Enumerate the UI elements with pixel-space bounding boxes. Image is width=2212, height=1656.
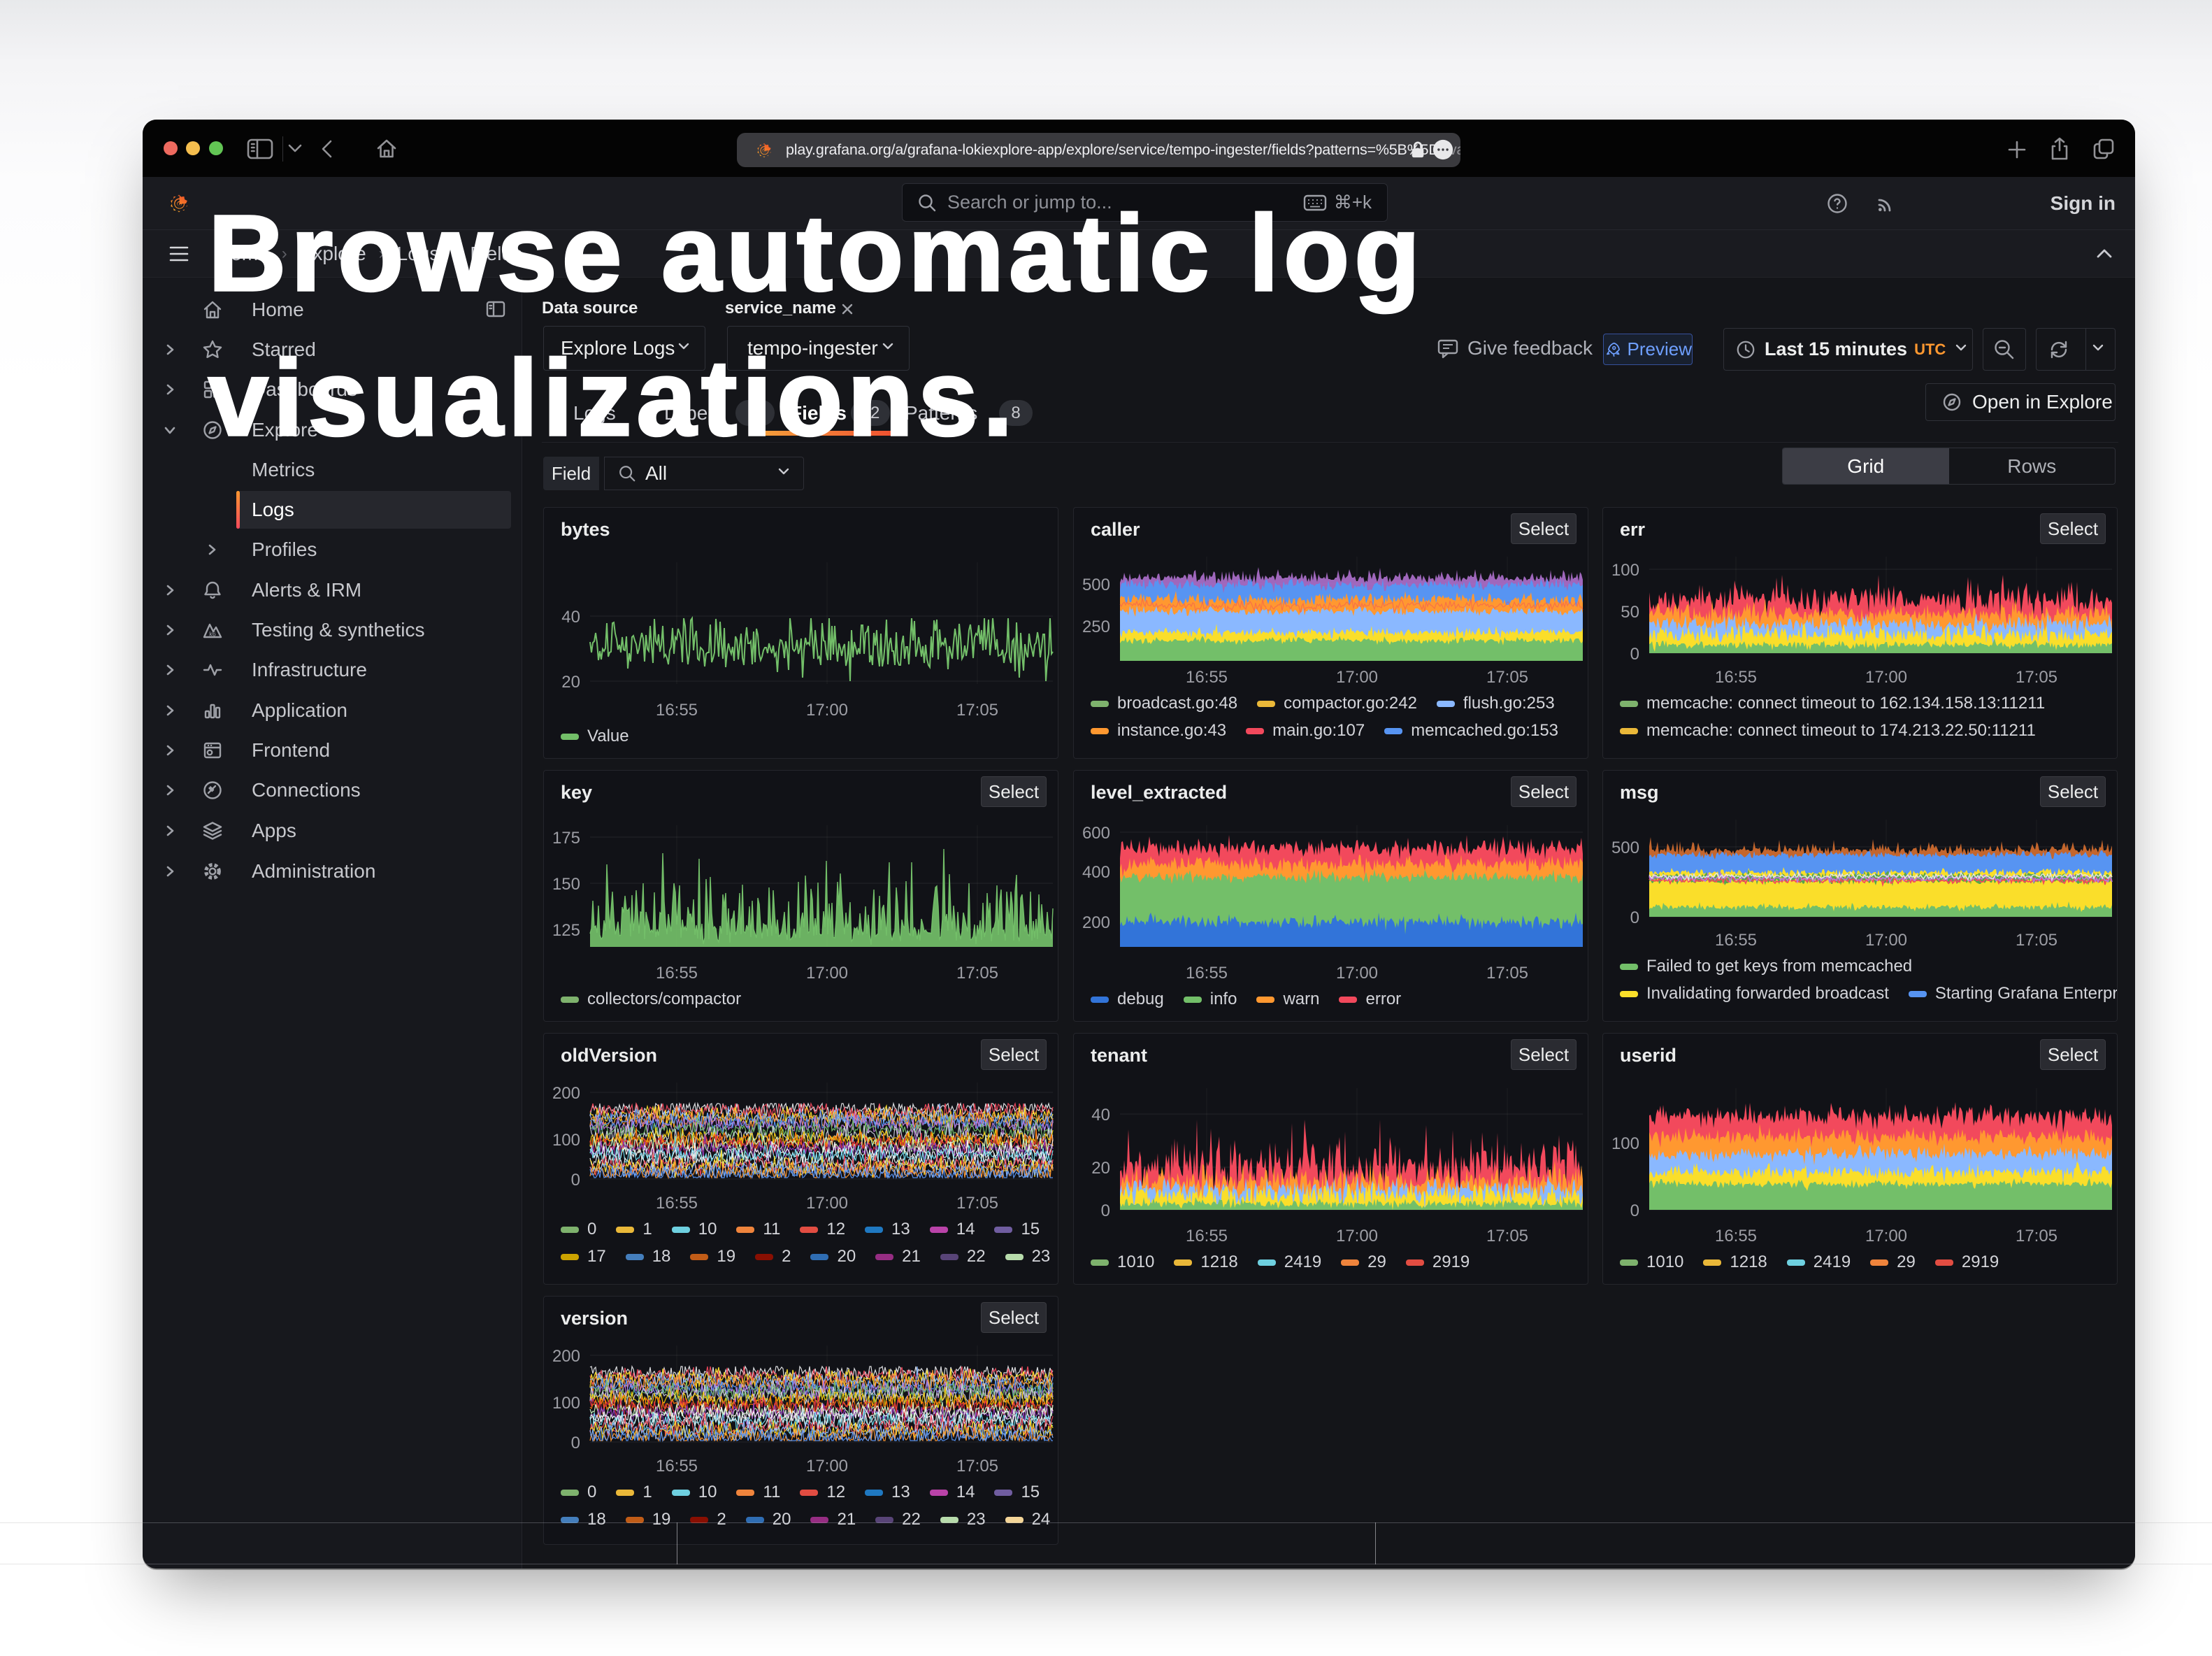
svg-text:17:00: 17:00 <box>1865 1227 1907 1245</box>
svg-text:16:55: 16:55 <box>656 1457 698 1476</box>
svg-text:50: 50 <box>1621 603 1639 622</box>
svg-text:k6: k6 <box>209 631 216 638</box>
svg-text:17:00: 17:00 <box>806 1194 848 1213</box>
svg-text:16:55: 16:55 <box>1186 668 1228 687</box>
svg-text:20: 20 <box>561 673 580 692</box>
svg-text:17:05: 17:05 <box>956 1194 998 1213</box>
svg-text:16:55: 16:55 <box>1186 964 1228 983</box>
svg-text:17:00: 17:00 <box>1865 931 1907 950</box>
svg-text:16:55: 16:55 <box>1715 668 1757 687</box>
svg-text:17:00: 17:00 <box>1336 668 1378 687</box>
svg-text:600: 600 <box>1082 824 1110 843</box>
svg-text:0: 0 <box>1630 645 1639 664</box>
svg-text:100: 100 <box>1611 561 1639 580</box>
svg-text:100: 100 <box>1611 1134 1639 1153</box>
svg-text:40: 40 <box>1091 1106 1110 1125</box>
svg-text:100: 100 <box>552 1394 580 1413</box>
svg-text:16:55: 16:55 <box>1186 1227 1228 1245</box>
svg-text:16:55: 16:55 <box>1715 1227 1757 1245</box>
svg-text:250: 250 <box>1082 618 1110 636</box>
svg-text:200: 200 <box>552 1084 580 1103</box>
svg-text:17:05: 17:05 <box>956 1457 998 1476</box>
svg-text:16:55: 16:55 <box>656 964 698 983</box>
svg-text:17:05: 17:05 <box>2016 931 2057 950</box>
svg-text:0: 0 <box>571 1171 580 1190</box>
svg-text:20: 20 <box>1091 1159 1110 1178</box>
svg-text:150: 150 <box>552 875 580 894</box>
svg-text:17:05: 17:05 <box>2016 1227 2057 1245</box>
svg-text:175: 175 <box>552 829 580 848</box>
svg-text:16:55: 16:55 <box>656 701 698 720</box>
svg-text:17:05: 17:05 <box>1486 964 1528 983</box>
svg-text:17:05: 17:05 <box>2016 668 2057 687</box>
svg-text:0: 0 <box>571 1434 580 1452</box>
svg-text:17:05: 17:05 <box>1486 668 1528 687</box>
svg-text:17:00: 17:00 <box>1336 1227 1378 1245</box>
svg-text:17:05: 17:05 <box>956 701 998 720</box>
svg-text:40: 40 <box>561 608 580 627</box>
svg-text:200: 200 <box>1082 913 1110 932</box>
svg-text:17:00: 17:00 <box>1865 668 1907 687</box>
svg-text:17:05: 17:05 <box>956 964 998 983</box>
svg-text:200: 200 <box>552 1347 580 1366</box>
svg-text:125: 125 <box>552 921 580 940</box>
svg-text:17:00: 17:00 <box>806 1457 848 1476</box>
svg-text:500: 500 <box>1611 838 1639 857</box>
svg-text:100: 100 <box>552 1131 580 1150</box>
svg-text:17:00: 17:00 <box>806 964 848 983</box>
svg-text:17:00: 17:00 <box>806 701 848 720</box>
svg-text:17:05: 17:05 <box>1486 1227 1528 1245</box>
svg-text:16:55: 16:55 <box>1715 931 1757 950</box>
svg-text:0: 0 <box>1101 1201 1110 1220</box>
svg-text:500: 500 <box>1082 576 1110 594</box>
svg-text:16:55: 16:55 <box>656 1194 698 1213</box>
svg-text:17:00: 17:00 <box>1336 964 1378 983</box>
svg-text:0: 0 <box>1630 1201 1639 1220</box>
svg-text:0: 0 <box>1630 908 1639 927</box>
svg-text:400: 400 <box>1082 863 1110 882</box>
